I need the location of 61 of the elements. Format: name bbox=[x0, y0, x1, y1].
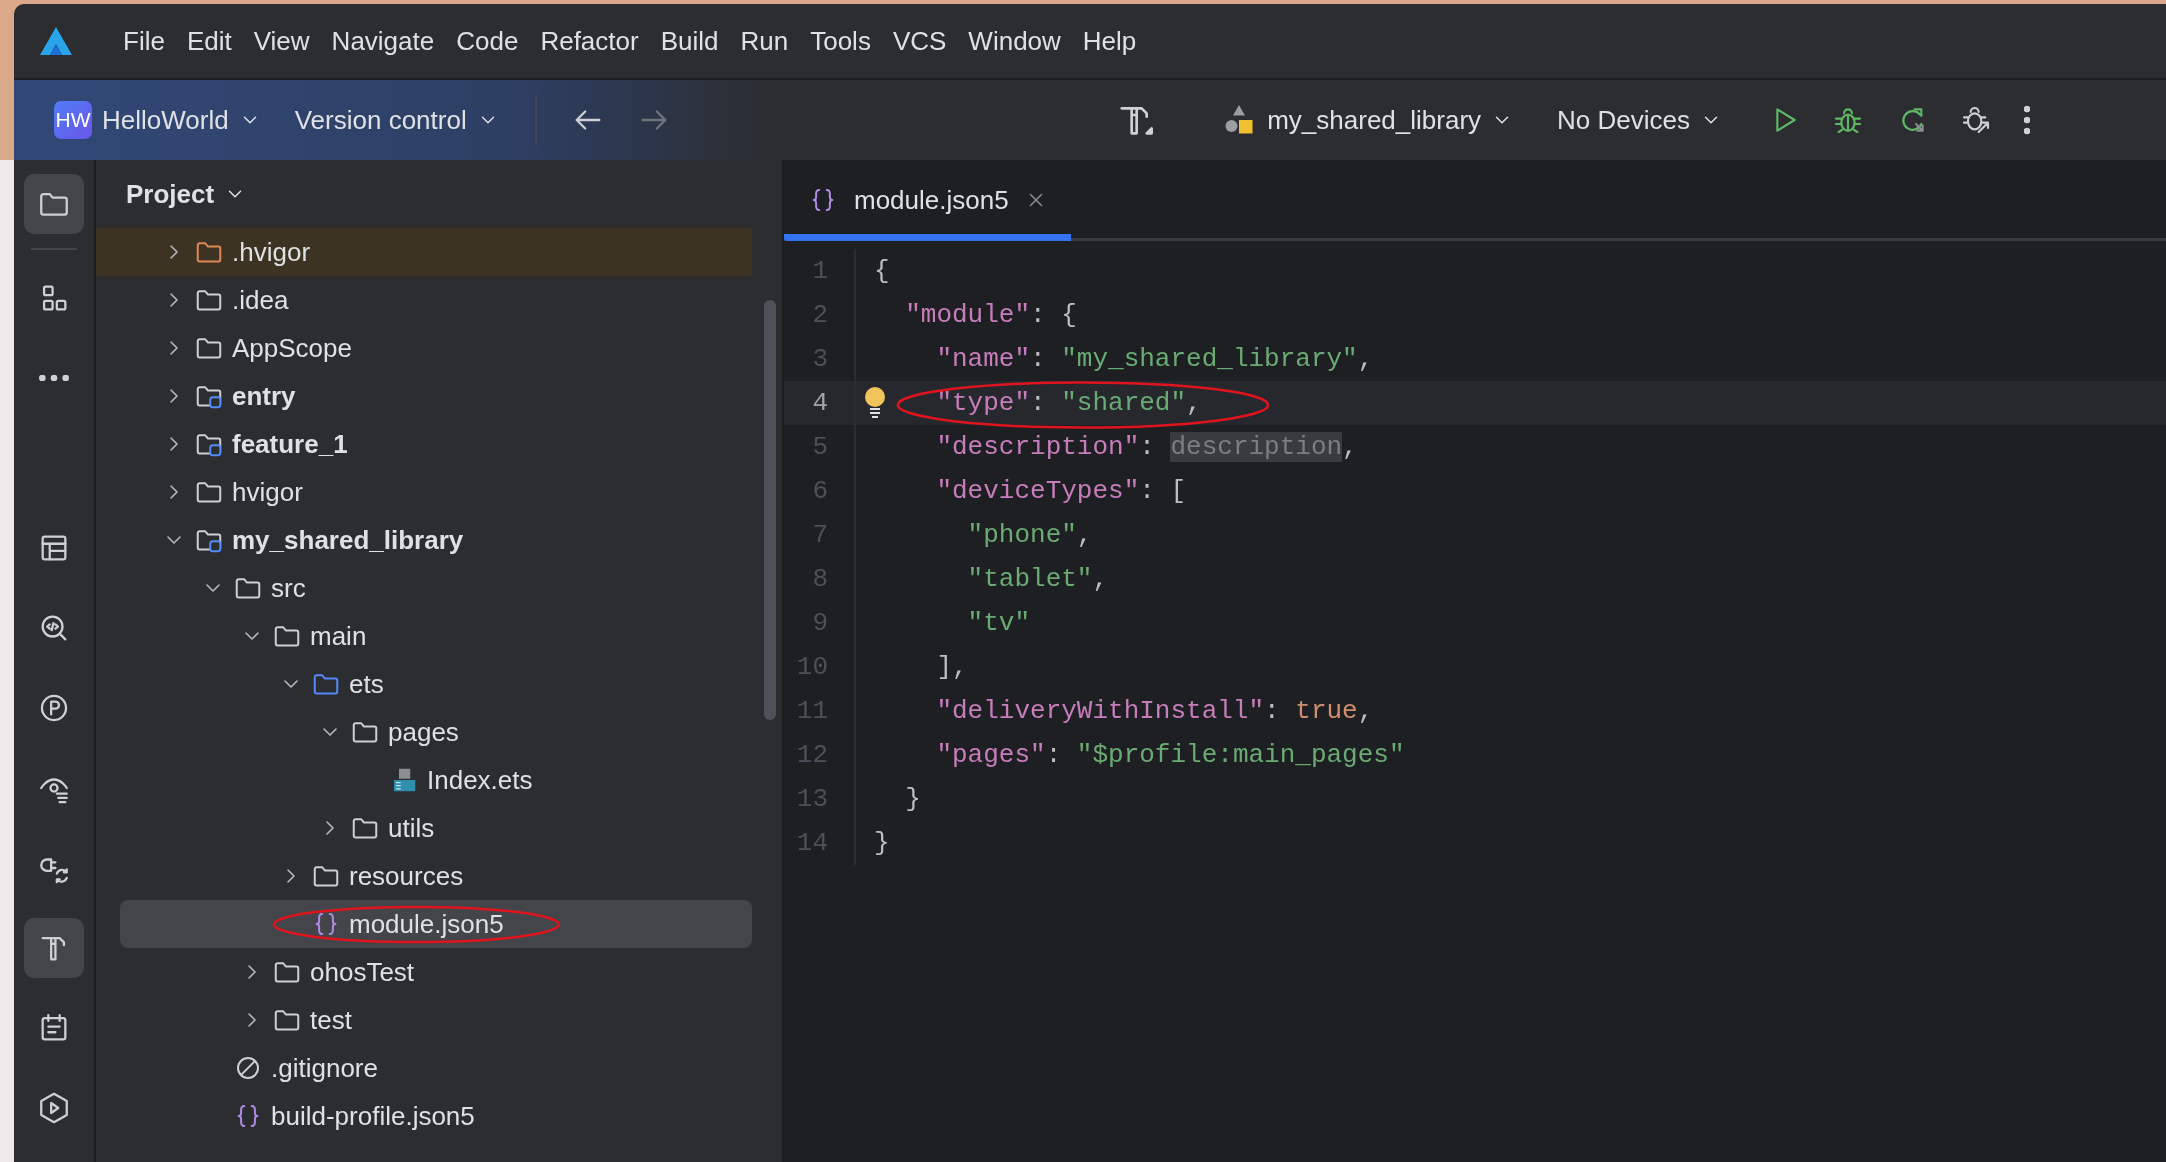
menu-item[interactable]: Help bbox=[1071, 19, 1148, 63]
menu-item[interactable]: Code bbox=[445, 19, 530, 63]
tree-item[interactable]: build-profile.json5 bbox=[120, 1092, 752, 1140]
tree-item[interactable]: test bbox=[120, 996, 752, 1044]
menu-item[interactable]: Window bbox=[957, 19, 1072, 63]
code-text: { bbox=[874, 256, 890, 286]
tree-item[interactable]: utils bbox=[120, 804, 752, 852]
code-text: } bbox=[874, 828, 890, 858]
line-number: 4 bbox=[811, 388, 828, 418]
menu-item[interactable]: Navigate bbox=[320, 19, 446, 63]
menu-item[interactable]: Edit bbox=[175, 19, 243, 63]
code-text: "tablet", bbox=[966, 564, 1109, 594]
menu-item[interactable]: File bbox=[112, 19, 176, 63]
tree-item[interactable]: feature_1 bbox=[120, 420, 752, 468]
code-text: "pages": "$profile:main_pages" bbox=[935, 740, 1405, 770]
tree-item[interactable]: hvigor bbox=[120, 468, 752, 516]
bug-arrow-icon bbox=[1960, 104, 1992, 136]
tree-item[interactable]: .gitignore bbox=[120, 1044, 752, 1092]
menu-item[interactable]: Tools bbox=[799, 19, 882, 63]
version-control-menu[interactable]: Version control bbox=[284, 98, 509, 142]
project-selector[interactable]: HW HelloWorld bbox=[44, 95, 271, 145]
tree-item[interactable]: .hvigor bbox=[96, 228, 752, 276]
more-icon bbox=[38, 375, 70, 381]
menu-item[interactable]: Build bbox=[649, 19, 730, 63]
tree-item[interactable]: pages bbox=[120, 708, 752, 756]
editor-tab[interactable]: module.json5 bbox=[784, 166, 1071, 241]
module-selector[interactable]: my_shared_library bbox=[1211, 96, 1524, 144]
code-text: "tv" bbox=[966, 608, 1031, 638]
code-text: "description": description, bbox=[935, 432, 1358, 462]
tree-item[interactable]: ohosTest bbox=[120, 948, 752, 996]
app-logo bbox=[38, 25, 74, 57]
scrollbar-thumb[interactable] bbox=[764, 300, 776, 720]
code-text: "deviceTypes": [ bbox=[935, 476, 1187, 506]
menu-item[interactable]: VCS bbox=[881, 19, 958, 63]
code-text: "phone", bbox=[966, 520, 1093, 550]
tree-item[interactable]: Index.ets bbox=[120, 756, 752, 804]
tree-item[interactable]: entry bbox=[120, 372, 752, 420]
tree-item[interactable]: main bbox=[120, 612, 752, 660]
more-vertical-icon bbox=[2024, 105, 2030, 135]
device-selector[interactable]: No Devices bbox=[1547, 98, 1732, 142]
project-badge: HW bbox=[54, 101, 92, 139]
code-text: } bbox=[904, 784, 921, 814]
run-hexagon-icon bbox=[37, 1091, 71, 1125]
menu-item[interactable]: Refactor bbox=[529, 19, 650, 63]
tool-window-button[interactable] bbox=[24, 174, 84, 234]
tree-item[interactable]: AppScope bbox=[120, 324, 752, 372]
tree-item[interactable]: src bbox=[120, 564, 752, 612]
menu-item[interactable]: View bbox=[242, 19, 321, 63]
menu-item[interactable]: Run bbox=[729, 19, 800, 63]
code-text: ], bbox=[935, 652, 968, 682]
code-text: "deliveryWithInstall": true, bbox=[935, 696, 1374, 726]
tree-item[interactable]: ets bbox=[120, 660, 752, 708]
code-text: "type": "shared", bbox=[935, 388, 1202, 418]
tree-item[interactable]: .idea bbox=[120, 276, 752, 324]
panel-title[interactable]: Project bbox=[120, 177, 253, 211]
code-text: "name": "my_shared_library", bbox=[935, 344, 1374, 374]
tool-window-button[interactable] bbox=[24, 918, 84, 978]
code-text: "module": { bbox=[904, 300, 1077, 330]
tree-item[interactable]: module.json5 bbox=[120, 900, 752, 948]
tree-item[interactable]: resources bbox=[120, 852, 752, 900]
tree-item[interactable]: my_shared_library bbox=[120, 516, 752, 564]
